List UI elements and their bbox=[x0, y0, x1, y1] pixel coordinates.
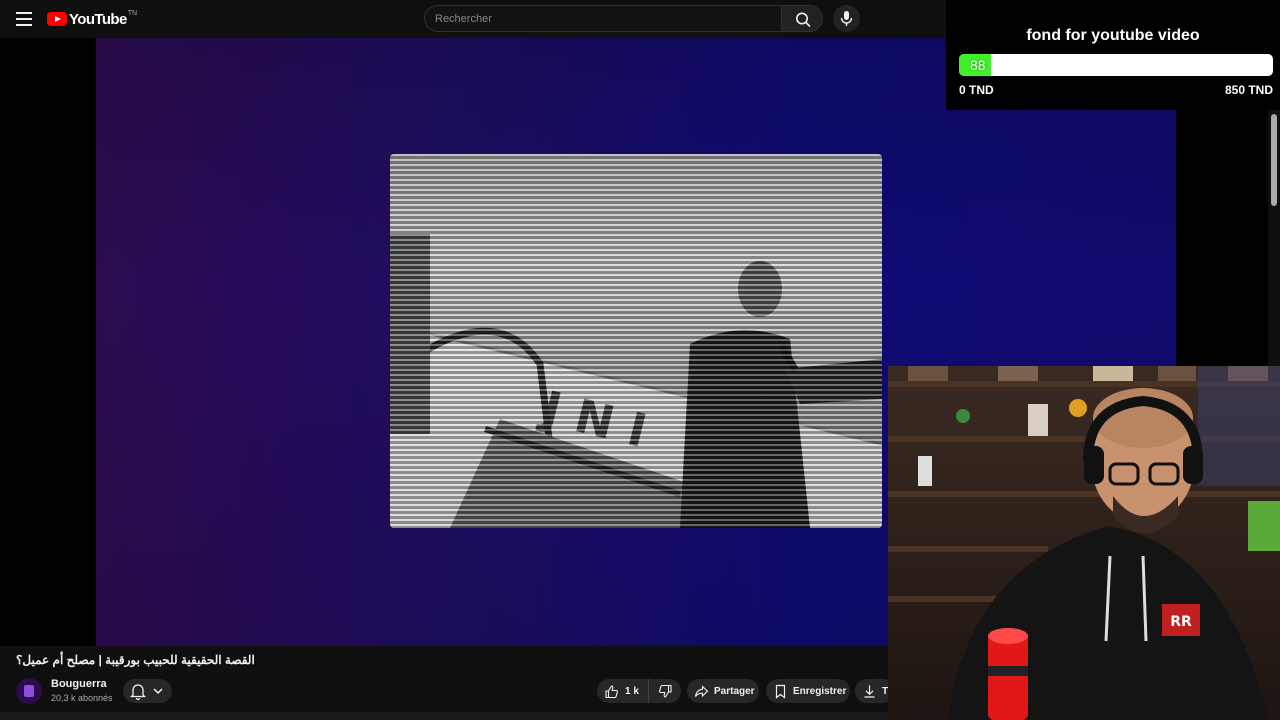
streamer-webcam: RR bbox=[888, 366, 1280, 720]
channel-name[interactable]: Bouguerra bbox=[51, 678, 107, 690]
footage-illustration: J N I bbox=[390, 234, 882, 528]
download-icon bbox=[864, 685, 875, 698]
archival-footage-frame: J N I bbox=[390, 154, 882, 528]
like-button[interactable]: 1 k bbox=[597, 679, 649, 703]
page-scrollbar[interactable] bbox=[1268, 110, 1280, 366]
donation-max-label: 850 TND bbox=[1224, 83, 1273, 97]
like-count: 1 k bbox=[625, 685, 639, 697]
notification-bell-button[interactable] bbox=[123, 679, 172, 703]
donation-min-label: 0 TND bbox=[959, 83, 994, 97]
video-title: القصة الحقيقية للحبيب بورقيبة | مصلح أم … bbox=[16, 653, 255, 667]
chevron-down-icon bbox=[153, 688, 163, 695]
donation-progress-bar: 88 bbox=[959, 54, 1273, 76]
scrollbar-thumb[interactable] bbox=[1271, 114, 1277, 206]
search-icon bbox=[796, 12, 811, 27]
donation-current-amount: 88 bbox=[970, 57, 986, 73]
save-button[interactable]: Enregistrer bbox=[766, 679, 850, 703]
like-dislike-group: 1 k bbox=[597, 679, 681, 703]
menu-icon[interactable] bbox=[14, 9, 34, 29]
share-label: Partager bbox=[714, 685, 755, 697]
svg-text:RR: RR bbox=[1170, 614, 1192, 630]
share-button[interactable]: Partager bbox=[687, 679, 759, 703]
player-letterbox bbox=[0, 38, 96, 646]
description-box-edge bbox=[0, 712, 890, 720]
search-box bbox=[424, 5, 781, 32]
channel-avatar[interactable] bbox=[16, 678, 42, 704]
voice-search-button[interactable] bbox=[833, 5, 860, 32]
microphone-icon bbox=[840, 11, 853, 26]
donation-goal-overlay: fond for youtube video 88 0 TND 850 TND bbox=[946, 0, 1280, 110]
subscriber-count: 20,3 k abonnés bbox=[51, 693, 113, 703]
dislike-button[interactable] bbox=[649, 679, 681, 703]
logo-text: YouTube bbox=[69, 10, 127, 28]
youtube-play-icon bbox=[47, 12, 67, 26]
search-input[interactable] bbox=[425, 6, 781, 31]
donation-goal-title: fond for youtube video bbox=[1026, 27, 1200, 44]
save-label: Enregistrer bbox=[793, 685, 847, 697]
youtube-logo[interactable]: YouTube TN bbox=[47, 9, 137, 29]
webcam-scene: RR bbox=[888, 366, 1280, 720]
player-letterbox-right bbox=[1176, 110, 1280, 366]
share-icon bbox=[694, 684, 709, 697]
search-button[interactable] bbox=[781, 5, 823, 32]
logo-country-code: TN bbox=[127, 9, 138, 17]
bookmark-icon bbox=[775, 684, 786, 699]
bell-icon bbox=[129, 684, 163, 701]
thumbs-up-icon bbox=[605, 684, 618, 698]
svg-text:J N I: J N I bbox=[534, 380, 652, 458]
thumbs-down-icon bbox=[658, 684, 672, 698]
